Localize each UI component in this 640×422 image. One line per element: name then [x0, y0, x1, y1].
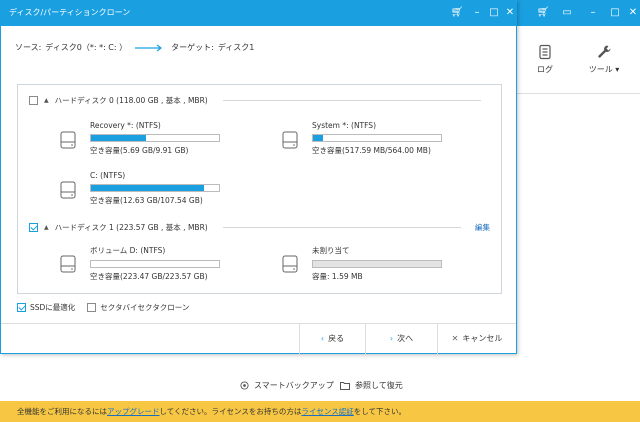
- log-icon: [539, 44, 551, 60]
- partition-info: 空き容量(5.69 GB/9.91 GB): [90, 146, 189, 155]
- usage-bar: [312, 134, 442, 142]
- usage-bar-fill: [313, 135, 324, 141]
- divider: [223, 227, 461, 228]
- usage-bar-fill: [91, 135, 147, 141]
- smart-backup-icon: [240, 381, 249, 390]
- dialog-cart-icon[interactable]: 🛒︎: [448, 0, 466, 26]
- back-button[interactable]: ‹ 戻る: [299, 324, 365, 354]
- next-button[interactable]: › 次へ: [365, 324, 437, 354]
- cart-icon[interactable]: 🛒︎: [531, 0, 555, 26]
- chevron-right-icon: ›: [389, 334, 394, 343]
- notice-text-before: 全機能をご利用になるには: [17, 407, 107, 416]
- notice-text-middle: してください。ライセンスをお持ちの方は: [159, 407, 302, 416]
- upgrade-link[interactable]: アップグレード: [107, 407, 160, 416]
- folder-icon: [340, 382, 350, 390]
- partition-name: C: (NTFS): [90, 171, 126, 180]
- disk-1-title: ハードディスク 1 (223.57 GB , 基本 , MBR): [54, 223, 208, 232]
- close-icon: ✕: [451, 334, 459, 343]
- minimize-button[interactable]: –: [581, 0, 605, 26]
- next-label: 次へ: [397, 334, 414, 343]
- tools-menu-button[interactable]: ツール ▾: [579, 44, 629, 75]
- source-value: ディスク0（*: *: C: ）: [45, 43, 128, 52]
- source-label: ソース:: [15, 43, 42, 52]
- license-activation-link[interactable]: ライセンス認証: [301, 407, 353, 416]
- disk-clone-dialog: ディスク/パーティションクローン 🛒︎ – □ ✕ ソース: ディスク0（*: …: [0, 0, 517, 354]
- partition-name: System *: (NTFS): [312, 121, 376, 130]
- sector-clone-checkbox[interactable]: [87, 303, 97, 312]
- disk-0-checkbox[interactable]: [29, 96, 38, 105]
- dialog-title: ディスク/パーティションクローン: [9, 8, 131, 17]
- dialog-close-button[interactable]: ✕: [501, 0, 519, 26]
- partition-name: Recovery *: (NTFS): [90, 121, 161, 130]
- target-label: ターゲット:: [171, 43, 214, 52]
- target-value: ディスク1: [217, 43, 255, 52]
- browse-restore-label: 参照して復元: [355, 381, 403, 390]
- close-button[interactable]: ✕: [621, 0, 640, 26]
- disk-0-header: ▲ ハードディスク 0 (118.00 GB , 基本 , MBR): [29, 95, 208, 106]
- back-label: 戻る: [328, 334, 345, 343]
- sector-clone-label: セクタバイセクタクローン: [100, 303, 190, 312]
- ssd-optimize-label: SSDに最適化: [30, 303, 76, 312]
- license-notice-bar: 全機能をご利用になるにはアップグレードしてください。ライセンスをお持ちの方はライ…: [0, 401, 640, 422]
- collapse-triangle-icon[interactable]: ▲: [44, 97, 49, 104]
- drive-icon: [282, 255, 298, 273]
- smart-backup-label: スマートバックアップ: [254, 381, 334, 390]
- cancel-button[interactable]: ✕ キャンセル: [437, 324, 516, 354]
- window-menu-icon[interactable]: ▭: [555, 0, 579, 26]
- disk-list-panel: ▲ ハードディスク 0 (118.00 GB , 基本 , MBR) Recov…: [17, 84, 502, 294]
- background-titlebar: 🛒︎ ▭ – □ ✕: [517, 0, 640, 26]
- dialog-titlebar: ディスク/パーティションクローン 🛒︎ – □ ✕: [1, 0, 516, 26]
- drive-icon: [60, 131, 76, 149]
- usage-bar-fill: [91, 185, 204, 191]
- dialog-minimize-button[interactable]: –: [468, 0, 486, 26]
- browse-restore-button[interactable]: 参照して復元: [340, 380, 403, 391]
- partition-info: 空き容量(517.59 MB/564.00 MB): [312, 146, 431, 155]
- cancel-label: キャンセル: [462, 334, 503, 343]
- partition-info: 空き容量(223.47 GB/223.57 GB): [90, 272, 208, 281]
- partition-name: 未割り当て: [312, 246, 350, 255]
- edit-link[interactable]: 編集: [475, 222, 490, 233]
- disk-0-title: ハードディスク 0 (118.00 GB , 基本 , MBR): [54, 96, 208, 105]
- disk-1-header: ▲ ハードディスク 1 (223.57 GB , 基本 , MBR): [29, 222, 208, 233]
- drive-icon: [282, 131, 298, 149]
- partition-info: 空き容量(12.63 GB/107.54 GB): [90, 196, 203, 205]
- usage-bar: [90, 184, 220, 192]
- disk-1-checkbox[interactable]: [29, 223, 38, 232]
- usage-bar: [90, 134, 220, 142]
- usage-bar: [312, 260, 442, 268]
- toolbar-panel: ログ ツール ▾: [517, 26, 640, 94]
- log-label: ログ: [537, 65, 553, 74]
- source-target-line: ソース: ディスク0（*: *: C: ） ターゲット: ディスク1: [15, 42, 254, 53]
- partition-info: 容量: 1.59 MB: [312, 272, 363, 281]
- bottom-actions: スマートバックアップ 参照して復元: [0, 380, 640, 396]
- divider: [223, 100, 481, 101]
- ssd-optimize-option[interactable]: SSDに最適化: [17, 302, 75, 313]
- ssd-optimize-checkbox[interactable]: [17, 303, 26, 312]
- drive-icon: [60, 181, 76, 199]
- clone-options: SSDに最適化 セクタバイセクタクローン: [17, 302, 189, 313]
- arrow-right-icon: [135, 44, 163, 52]
- smart-backup-button[interactable]: スマートバックアップ: [240, 380, 334, 391]
- dialog-footer: ‹ 戻る › 次へ ✕ キャンセル: [1, 323, 516, 354]
- usage-bar: [90, 260, 220, 268]
- tools-label: ツール ▾: [588, 65, 620, 74]
- log-button[interactable]: ログ: [520, 44, 570, 75]
- notice-text-after: をして下さい。: [353, 407, 407, 416]
- collapse-triangle-icon[interactable]: ▲: [44, 224, 49, 231]
- wrench-icon: [598, 45, 611, 58]
- partition-name: ボリューム D: (NTFS): [90, 246, 166, 255]
- drive-icon: [60, 255, 76, 273]
- chevron-left-icon: ‹: [320, 334, 325, 343]
- sector-clone-option[interactable]: セクタバイセクタクローン: [87, 302, 189, 313]
